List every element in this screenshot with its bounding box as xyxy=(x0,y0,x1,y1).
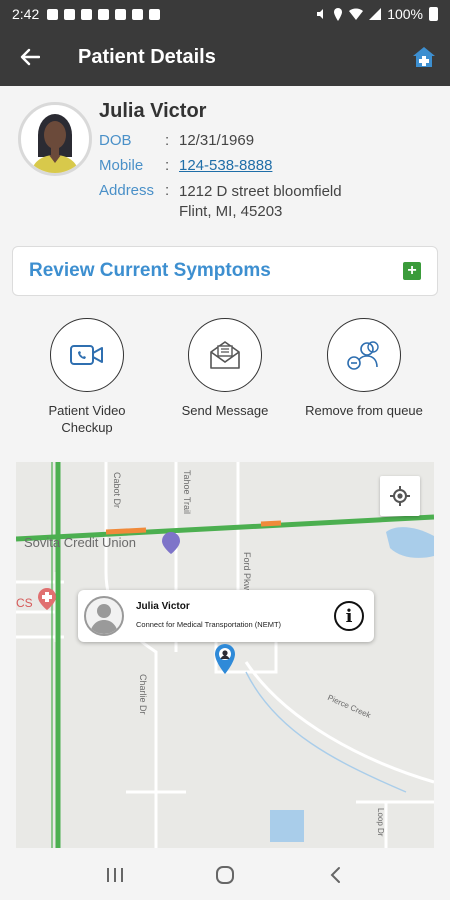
mobile-label: Mobile xyxy=(99,157,144,174)
envelope-circle xyxy=(188,318,262,392)
my-location-button[interactable] xyxy=(380,476,420,516)
remove-queue-label: Remove from queue xyxy=(305,403,423,418)
dob-colon: : xyxy=(165,132,170,149)
message-icon xyxy=(132,8,144,20)
image-icon xyxy=(115,8,127,20)
info-window-description: Connect for Medical Transportation (NEMT… xyxy=(136,620,282,629)
medical-home-icon xyxy=(413,47,435,67)
add-plus-icon[interactable]: + xyxy=(403,262,421,280)
map-label-charlie-dr: Charlie Dr xyxy=(138,674,148,715)
dob-label: DOB xyxy=(99,132,132,149)
review-symptoms-button[interactable]: Review Current Symptoms + xyxy=(12,246,438,296)
address-line1: 1212 D street bloomfield xyxy=(179,183,342,200)
back-arrow-icon xyxy=(20,48,40,66)
review-symptoms-title: Review Current Symptoms xyxy=(29,260,271,281)
video-call-icon xyxy=(70,345,103,365)
patient-avatar-icon xyxy=(31,114,79,173)
remove-users-icon xyxy=(347,341,379,370)
info-window-name: Julia Victor xyxy=(136,601,190,612)
hospital-pin-icon[interactable] xyxy=(38,588,56,610)
wifi-icon xyxy=(349,8,364,20)
patient-marker-icon[interactable] xyxy=(215,644,235,674)
map-label-cabot-dr: Cabot Dr xyxy=(112,472,122,509)
send-message-label: Send Message xyxy=(181,403,269,418)
recent-apps-icon xyxy=(107,868,123,882)
map-label-ford-pkwy: Ford Pkwy xyxy=(242,552,252,595)
dob-row: DOB : 12/31/1969 xyxy=(99,132,254,149)
person-placeholder-icon xyxy=(90,604,118,634)
patient-avatar xyxy=(18,102,92,176)
status-time: 2:42 xyxy=(12,6,40,22)
mute-icon xyxy=(317,9,324,19)
facebook-icon xyxy=(47,8,59,20)
video-call-circle xyxy=(50,318,124,392)
info-icon[interactable]: i xyxy=(334,601,364,631)
address-label: Address xyxy=(99,182,155,199)
mobile-row: Mobile : 124-538-8888 xyxy=(99,157,272,174)
address-line2: Flint, MI, 45203 xyxy=(179,203,283,220)
patient-name: Julia Victor xyxy=(99,100,207,122)
info-window-avatar xyxy=(84,596,124,636)
location-icon xyxy=(334,7,343,21)
action-row: Patient Video Checkup Send Message Remov… xyxy=(0,318,450,438)
status-bar: 2:42 100% xyxy=(0,0,450,28)
envelope-icon xyxy=(210,341,240,369)
send-message-button[interactable]: Send Message xyxy=(160,318,290,419)
address-colon: : xyxy=(165,182,170,199)
map-label-cs: CS xyxy=(16,596,33,610)
system-nav-bar xyxy=(0,850,450,900)
home-circle-icon xyxy=(216,866,234,884)
home-nav-button[interactable] xyxy=(205,855,245,895)
battery-percent: 100% xyxy=(387,6,423,22)
dob-value: 12/31/1969 xyxy=(179,132,255,149)
video-checkup-label: Patient Video Checkup xyxy=(48,403,126,435)
mobile-link[interactable]: 124-538-8888 xyxy=(179,157,272,174)
map-label-loop-dr: Loop Dr xyxy=(376,808,385,837)
patient-video-checkup-button[interactable]: Patient Video Checkup xyxy=(22,318,152,436)
map-label-credit-union[interactable]: Sovita Credit Union xyxy=(24,535,136,550)
address-value: 1212 D street bloomfield Flint, MI, 4520… xyxy=(179,182,342,222)
calendar-icon xyxy=(98,8,110,20)
patient-card: Julia Victor DOB : 12/31/1969 Mobile : 1… xyxy=(0,92,450,232)
map-label-tahoe: Tahoe Trail xyxy=(182,470,192,515)
remove-users-circle xyxy=(327,318,401,392)
address-row: Address : 1212 D street bloomfield Flint… xyxy=(99,182,342,222)
back-chevron-icon xyxy=(330,867,340,883)
back-nav-button[interactable] xyxy=(315,855,355,895)
map-view[interactable]: Sovita Credit Union CS Cabot Dr Tahoe Tr… xyxy=(16,462,434,848)
page-title: Patient Details xyxy=(78,45,216,68)
map-info-window[interactable]: Julia Victor Connect for Medical Transpo… xyxy=(78,590,374,642)
place-pin-icon[interactable] xyxy=(162,532,180,554)
crosshair-icon xyxy=(390,486,410,506)
snapchat-icon xyxy=(64,8,76,20)
app-bar: Patient Details xyxy=(0,28,450,86)
battery-icon xyxy=(429,7,438,21)
remove-from-queue-button[interactable]: Remove from queue xyxy=(299,318,429,419)
notification-icons xyxy=(47,8,161,20)
more-notifications-icon xyxy=(149,8,161,20)
back-button[interactable] xyxy=(0,28,60,86)
app-notification-icon xyxy=(81,8,93,20)
signal-icon xyxy=(369,8,382,20)
mobile-colon: : xyxy=(165,157,170,174)
recent-apps-button[interactable] xyxy=(95,855,135,895)
home-button[interactable] xyxy=(398,28,450,86)
